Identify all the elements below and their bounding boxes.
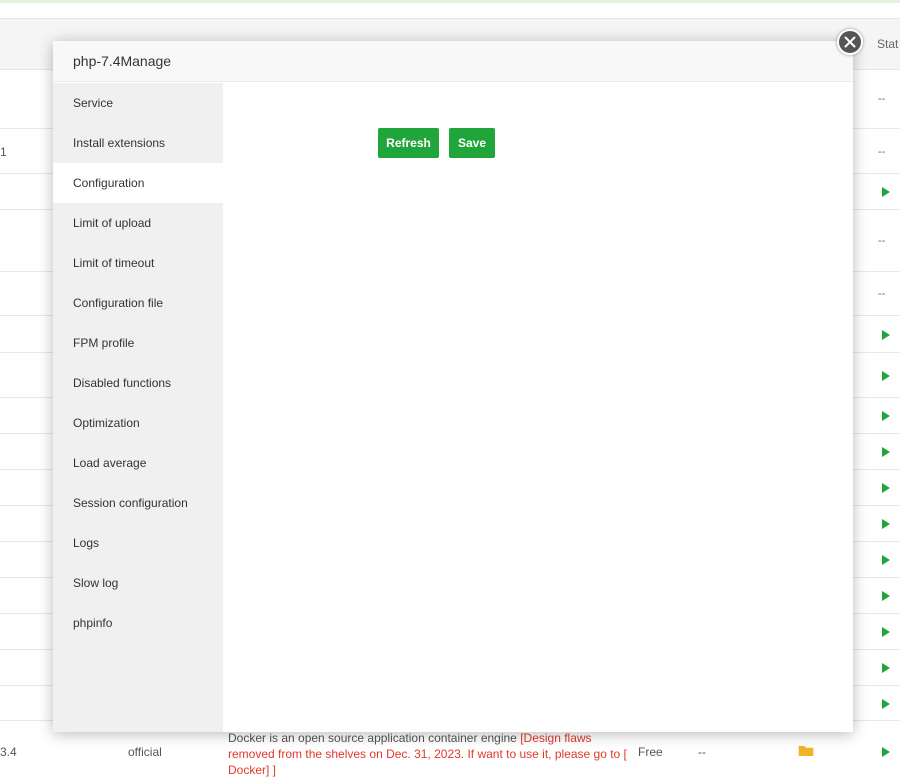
sidebar-item-install-extensions[interactable]: Install extensions: [53, 123, 223, 163]
php-manage-dialog: php-7.4Manage Service Install extensions C…: [53, 41, 853, 732]
sidebar-item-configuration[interactable]: Configuration: [53, 163, 223, 203]
play-icon[interactable]: [882, 370, 890, 381]
dialog-sidebar-menu: Service Install extensions Configuration Li…: [53, 83, 223, 732]
price-cell: Free: [638, 745, 663, 759]
status-cell: --: [878, 235, 886, 247]
sidebar-item-optimization[interactable]: Optimization: [53, 403, 223, 443]
sidebar-item-configuration-file[interactable]: Configuration file: [53, 283, 223, 323]
status-cell: --: [878, 93, 886, 105]
play-icon[interactable]: [882, 483, 890, 493]
sidebar-item-load-average[interactable]: Load average: [53, 443, 223, 483]
play-icon[interactable]: [882, 411, 890, 421]
folder-icon[interactable]: [798, 745, 814, 756]
play-icon[interactable]: [882, 698, 890, 709]
play-icon[interactable]: [882, 519, 890, 529]
close-dialog-button[interactable]: [837, 29, 863, 55]
play-icon[interactable]: [882, 663, 890, 673]
sidebar-item-slow-log[interactable]: Slow log: [53, 563, 223, 603]
sidebar-item-session-configuration[interactable]: Session configuration: [53, 483, 223, 523]
sidebar-item-limit-of-upload[interactable]: Limit of upload: [53, 203, 223, 243]
status-column-header: Stat: [877, 37, 899, 51]
configuration-panel: Refresh Save: [223, 83, 853, 732]
sidebar-item-service[interactable]: Service: [53, 83, 223, 123]
close-icon: [844, 36, 856, 48]
dialog-title: php-7.4Manage: [53, 41, 853, 82]
sidebar-item-limit-of-timeout[interactable]: Limit of timeout: [53, 243, 223, 283]
play-icon[interactable]: [882, 747, 890, 757]
play-icon[interactable]: [882, 555, 890, 565]
play-icon[interactable]: [882, 447, 890, 457]
sidebar-item-logs[interactable]: Logs: [53, 523, 223, 563]
status-cell: --: [878, 145, 886, 158]
refresh-button[interactable]: Refresh: [378, 128, 439, 158]
play-icon[interactable]: [882, 187, 890, 197]
sidebar-item-disabled-functions[interactable]: Disabled functions: [53, 363, 223, 403]
version-cell: 1: [0, 144, 7, 159]
type-cell: official: [128, 745, 162, 759]
description-cell: Docker is an open source application con…: [228, 730, 628, 778]
status-cell: --: [878, 288, 886, 300]
play-icon[interactable]: [882, 627, 890, 637]
version-cell: 3.4: [0, 745, 17, 759]
save-button[interactable]: Save: [449, 128, 495, 158]
expire-cell: --: [698, 745, 706, 759]
description-text: Docker is an open source application con…: [228, 731, 521, 745]
play-icon[interactable]: [882, 329, 890, 340]
sidebar-item-phpinfo[interactable]: phpinfo: [53, 603, 223, 643]
top-accent-line: [0, 0, 900, 3]
play-icon[interactable]: [882, 591, 890, 601]
sidebar-item-fpm-profile[interactable]: FPM profile: [53, 323, 223, 363]
